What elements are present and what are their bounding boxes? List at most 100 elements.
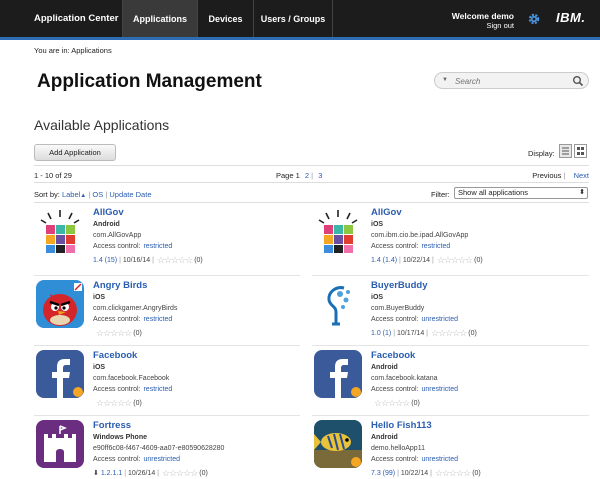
access-control-label: Access control: xyxy=(93,316,141,323)
tab-devices[interactable]: Devices xyxy=(198,0,253,37)
app-platform: iOS xyxy=(93,294,106,301)
access-control: Access control: restricted xyxy=(93,243,172,250)
app-center-brand[interactable]: Application Center xyxy=(34,13,118,24)
app-card[interactable]: AllGov iOS com.ibm.cio.be.ipad.AllGovApp Ac… xyxy=(314,207,584,273)
sort-by-label[interactable]: Label xyxy=(62,190,80,199)
access-control-label: Access control: xyxy=(371,243,419,250)
rating-count: (0) xyxy=(411,400,420,407)
row-divider xyxy=(34,275,300,276)
app-date: 10/26/14 xyxy=(127,470,156,477)
app-name-link[interactable]: BuyerBuddy xyxy=(371,280,427,291)
app-card[interactable]: Fortress Windows Phone e90ff6c08-f467-4609… xyxy=(36,420,306,479)
prev-next: Previous | Next xyxy=(532,171,589,180)
divider xyxy=(34,202,589,203)
app-icon-facebook[interactable] xyxy=(314,350,362,398)
next-link[interactable]: Next xyxy=(574,171,589,180)
sort-by-os[interactable]: OS xyxy=(92,190,103,199)
access-control-label: Access control: xyxy=(93,386,141,393)
app-name-link[interactable]: Hello Fish113 xyxy=(371,420,432,431)
sort-label: Sort by: xyxy=(34,190,60,199)
dropdown-arrow-icon[interactable]: ▼ xyxy=(442,77,448,83)
sign-out-link[interactable]: Sign out xyxy=(452,21,514,31)
section-title: Available Applications xyxy=(34,117,170,133)
access-control-value-link[interactable]: unrestricted xyxy=(143,456,180,463)
star-rating-icon[interactable]: ☆☆☆☆☆ xyxy=(374,398,410,409)
app-icon-angrybirds[interactable] xyxy=(36,280,84,328)
app-name-link[interactable]: Facebook xyxy=(93,350,137,361)
app-icon-fish[interactable] xyxy=(314,420,362,468)
app-card[interactable]: Facebook iOS com.facebook.Facebook Access c… xyxy=(36,350,306,416)
row-divider xyxy=(312,275,589,276)
app-package-id: com.facebook.katana xyxy=(371,375,438,382)
access-control: Access control: restricted xyxy=(93,316,172,323)
app-version-row: 1.4 (1.4) | 10/22/14 | ☆☆☆☆☆ (0) xyxy=(371,255,483,266)
access-control: Access control: restricted xyxy=(371,243,450,250)
app-name-link[interactable]: AllGov xyxy=(371,207,402,218)
access-control-value-link[interactable]: restricted xyxy=(143,316,172,323)
search-icon[interactable] xyxy=(572,75,584,87)
app-version-link[interactable]: 7.3 (99) xyxy=(371,470,395,477)
access-control: Access control: unrestricted xyxy=(371,316,458,323)
access-control-value-link[interactable]: unrestricted xyxy=(421,456,458,463)
page-link-3[interactable]: 3 xyxy=(318,171,322,180)
access-control-value-link[interactable]: unrestricted xyxy=(421,386,458,393)
app-icon-buyerbuddy[interactable] xyxy=(314,280,362,328)
app-package-id: com.facebook.Facebook xyxy=(93,375,170,382)
app-card[interactable]: AllGov Android com.AllGovApp Access control… xyxy=(36,207,306,273)
app-icon-allgov[interactable] xyxy=(314,207,362,255)
tab-users-groups[interactable]: Users / Groups xyxy=(254,0,332,37)
list-view-icon[interactable] xyxy=(559,144,572,158)
filter-select[interactable]: Show all applications ⬍ xyxy=(454,187,588,199)
star-rating-icon[interactable]: ☆☆☆☆☆ xyxy=(435,468,471,479)
app-version-link[interactable]: 1.4 (1.4) xyxy=(371,257,397,264)
download-icon[interactable]: ⬇ xyxy=(93,470,101,477)
access-control-value-link[interactable]: unrestricted xyxy=(421,316,458,323)
star-rating-icon[interactable]: ☆☆☆☆☆ xyxy=(162,468,198,479)
star-rating-icon[interactable]: ☆☆☆☆☆ xyxy=(431,328,467,339)
app-name-link[interactable]: Facebook xyxy=(371,350,415,361)
app-icon-facebook[interactable] xyxy=(36,350,84,398)
app-platform: iOS xyxy=(371,294,384,301)
chevron-down-icon: ⬍ xyxy=(579,189,585,196)
app-card[interactable]: Hello Fish113 Android demo.helloApp11 Acces… xyxy=(314,420,584,479)
rating-count: (0) xyxy=(472,470,481,477)
star-rating-icon[interactable]: ☆☆☆☆☆ xyxy=(96,328,132,339)
star-rating-icon[interactable]: ☆☆☆☆☆ xyxy=(437,255,473,266)
app-platform: iOS xyxy=(93,364,106,371)
app-date: 10/22/14 xyxy=(402,257,431,264)
app-card[interactable]: BuyerBuddy iOS com.BuyerBuddy Access contro… xyxy=(314,280,584,346)
app-version-link[interactable]: 1.0 (1) xyxy=(371,330,391,337)
access-control-value-link[interactable]: restricted xyxy=(421,243,450,250)
app-platform: Windows Phone xyxy=(93,434,147,441)
app-package-id: com.BuyerBuddy xyxy=(371,305,425,312)
app-icon-allgov[interactable] xyxy=(36,207,84,255)
divider xyxy=(34,182,589,183)
previous-link[interactable]: Previous xyxy=(532,171,561,180)
star-rating-icon[interactable]: ☆☆☆☆☆ xyxy=(96,398,132,409)
grid-view-icon[interactable] xyxy=(574,144,587,158)
app-version-link[interactable]: 1.4 (15) xyxy=(93,257,117,264)
app-card[interactable]: Facebook Android com.facebook.katana Access… xyxy=(314,350,584,416)
access-control-label: Access control: xyxy=(93,243,141,250)
nav-divider xyxy=(332,0,333,37)
tab-applications[interactable]: Applications xyxy=(123,0,197,37)
star-rating-icon[interactable]: ☆☆☆☆☆ xyxy=(157,255,193,266)
app-platform: Android xyxy=(93,221,120,228)
access-control-value-link[interactable]: restricted xyxy=(143,386,172,393)
access-control: Access control: unrestricted xyxy=(93,456,180,463)
app-version-link[interactable]: 1.2.1.1 xyxy=(101,470,122,477)
add-application-button[interactable]: Add Application xyxy=(34,144,116,161)
search-box[interactable]: ▼ xyxy=(434,72,589,89)
app-icon-fortress[interactable] xyxy=(36,420,84,468)
app-name-link[interactable]: AllGov xyxy=(93,207,124,218)
app-platform: iOS xyxy=(371,221,384,228)
search-input[interactable] xyxy=(455,75,565,87)
app-name-link[interactable]: Fortress xyxy=(93,420,131,431)
app-card[interactable]: Angry Birds iOS com.clickgamer.AngryBirds A… xyxy=(36,280,306,346)
gear-icon[interactable] xyxy=(527,12,541,26)
access-control-value-link[interactable]: restricted xyxy=(143,243,172,250)
page-link-2[interactable]: 2 xyxy=(305,171,309,180)
sort-by-update-date[interactable]: Update Date xyxy=(109,190,151,199)
row-divider xyxy=(34,415,300,416)
app-name-link[interactable]: Angry Birds xyxy=(93,280,147,291)
